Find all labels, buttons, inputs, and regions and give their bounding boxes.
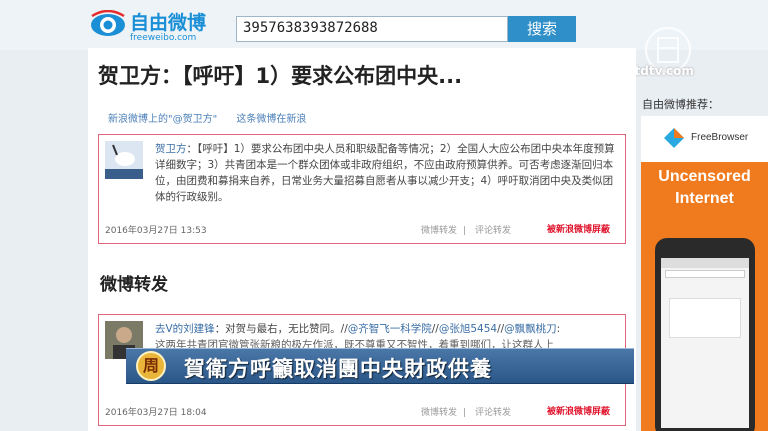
- separator: |: [463, 226, 467, 236]
- search-input[interactable]: 3957638393872688: [236, 16, 508, 42]
- recommend-label: 自由微博推荐：: [642, 98, 719, 111]
- comment-repost-link[interactable]: 评论转发: [475, 226, 511, 236]
- post-timestamp: 2016年03月27日 13:53: [105, 226, 207, 236]
- separator: |: [463, 408, 467, 418]
- phone-status-bar: [661, 258, 749, 268]
- ad-header: FreeBrowser: [641, 116, 768, 162]
- freebrowser-ad[interactable]: FreeBrowser Uncensored Internet: [641, 116, 768, 431]
- blocked-badge: 被新浪微博屏蔽: [547, 407, 611, 417]
- repost-actions: 微博转发 | 评论转发: [421, 405, 517, 418]
- repost-author-link[interactable]: 去V的刘建锋: [155, 323, 215, 335]
- sub-links: 新浪微博上的"@贺卫方" 这条微博在新浪: [108, 110, 322, 125]
- phone-content-box: [669, 298, 741, 338]
- mention-link[interactable]: @齐智飞一科学院: [348, 323, 432, 335]
- logo-title: 自由微博: [130, 12, 207, 34]
- freebrowser-logo-icon: [664, 128, 684, 148]
- phone-illustration: [655, 238, 755, 431]
- post-body: 贺卫方：【呼吁】1）要求公布团中央人员和职级配备等情况；2）全国人大应公布团中央…: [155, 141, 617, 205]
- eye-logo-icon: [91, 10, 125, 36]
- repost-body: 去V的刘建锋：对贺与最右，无比赞同。//@齐智飞一科学院//@张旭5454//@…: [155, 323, 561, 335]
- ad-headline-line2: Internet: [675, 190, 734, 207]
- blocked-badge: 被新浪微博屏蔽: [547, 225, 611, 235]
- search-button[interactable]: 搜索: [508, 16, 576, 42]
- repost-text: ：对贺与最右，无比赞同。//: [214, 323, 348, 335]
- phone-url-bar: [665, 270, 745, 278]
- page-title: 贺卫方：【呼吁】1）要求公布团中央...: [98, 64, 463, 88]
- repost-link[interactable]: 微博转发: [421, 226, 457, 236]
- ad-brand: FreeBrowser: [691, 132, 749, 143]
- news-caption-bar: 周 賀衛方呼籲取消團中央財政供養: [126, 348, 634, 384]
- mention-link[interactable]: @飘飘桃刀: [504, 323, 557, 335]
- site-logo[interactable]: 自由微博 freeweibo.com: [90, 8, 230, 46]
- post-actions: 微博转发 | 评论转发: [421, 223, 517, 236]
- sina-profile-link[interactable]: 新浪微博上的"@贺卫方": [108, 114, 217, 125]
- ntd-caption-logo: 周: [136, 351, 166, 381]
- caption-text: 賀衛方呼籲取消團中央財政供養: [184, 357, 492, 381]
- avatar: [105, 141, 143, 179]
- ad-headline: Uncensored Internet: [641, 166, 768, 210]
- ntd-watermark-text: ntdtv.com: [626, 64, 694, 78]
- post-author-link[interactable]: 贺卫方: [155, 143, 187, 155]
- logo-subtitle: freeweibo.com: [130, 33, 197, 43]
- post-text: ：【呼吁】1）要求公布团中央人员和职级配备等情况；2）全国人大应公布团中央本年度…: [155, 143, 615, 203]
- section-title-reposts: 微博转发: [100, 275, 168, 295]
- repost-link[interactable]: 微博转发: [421, 408, 457, 418]
- ad-headline-line1: Uncensored: [658, 168, 751, 185]
- original-post: 贺卫方：【呼吁】1）要求公布团中央人员和职级配备等情况；2）全国人大应公布团中央…: [98, 134, 626, 244]
- mention-link[interactable]: @张旭5454: [439, 323, 497, 335]
- sina-post-link[interactable]: 这条微博在新浪: [236, 114, 306, 125]
- phone-screen: [661, 258, 749, 428]
- comment-repost-link[interactable]: 评论转发: [475, 408, 511, 418]
- repost-timestamp: 2016年03月27日 18:04: [105, 408, 207, 418]
